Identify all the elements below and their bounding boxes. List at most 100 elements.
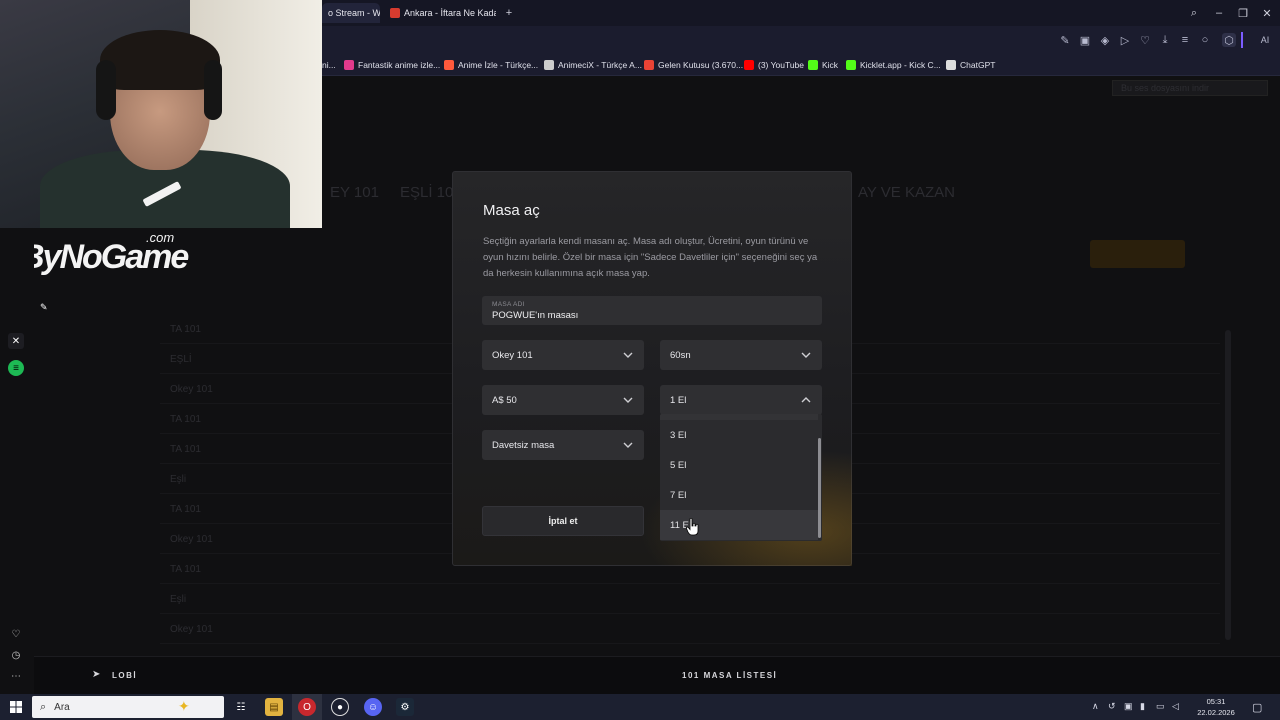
download-audio-notice[interactable]: Bu ses dosyasını indir — [1112, 80, 1268, 96]
active-app-highlight — [292, 694, 322, 720]
taskbar-search[interactable]: ⌕ Ara ✦ — [32, 696, 224, 718]
chevron-up-icon — [800, 394, 812, 406]
game-type-select[interactable]: Okey 101 — [482, 340, 644, 370]
microphone-icon[interactable]: ▮ — [1140, 701, 1145, 712]
edit-icon[interactable]: ✎ — [1058, 33, 1072, 47]
clock-date: 22.02.2026 — [1197, 708, 1235, 717]
hands-option[interactable]: 7 El — [660, 480, 818, 510]
menu-icon[interactable]: ≡ — [1178, 33, 1192, 47]
chevron-down-icon — [622, 394, 634, 406]
bg-scrollbar — [1225, 330, 1231, 640]
bookmark-item[interactable]: (3) YouTube — [744, 58, 804, 72]
bookmark-label: Fantastik anime izle... — [358, 60, 441, 70]
bg-row-text: TA 101 — [170, 504, 201, 515]
hands-select[interactable]: 1 El — [660, 385, 822, 415]
obs-icon[interactable]: ● — [331, 698, 349, 716]
download-icon[interactable]: ⤓ — [1158, 33, 1172, 47]
x-social-icon[interactable]: ✕ — [8, 333, 24, 349]
game-type-value: Okey 101 — [492, 349, 533, 361]
tab-label: Ankara - İftara Ne Kadar K — [404, 8, 496, 18]
more-icon[interactable]: ⋯ — [8, 668, 24, 684]
chevron-down-icon — [622, 349, 634, 361]
minimize-icon[interactable]: – — [1210, 4, 1228, 22]
tray-app-icon[interactable]: ▣ — [1124, 701, 1133, 712]
table-name-field[interactable]: MASA ADI POGWUE'ın masası — [482, 296, 822, 325]
site-favicon-icon — [390, 8, 400, 18]
spotify-icon[interactable]: ≡ — [8, 360, 24, 376]
hands-option[interactable]: 3 El — [660, 420, 818, 450]
play-icon[interactable]: ▷ — [1118, 33, 1132, 47]
notifications-icon[interactable]: ▢ — [1252, 701, 1262, 714]
dropdown-scrollbar[interactable] — [818, 438, 821, 538]
shield-icon[interactable]: ◈ — [1098, 33, 1112, 47]
bookmark-item[interactable]: ChatGPT — [946, 58, 995, 72]
bg-row-text: Eşli — [170, 594, 187, 605]
task-view-icon[interactable]: ☷ — [232, 698, 250, 716]
navigation-arrow-icon: ➤ — [92, 669, 101, 680]
tab-ankara-iftar[interactable]: Ankara - İftara Ne Kadar K — [384, 3, 496, 23]
ai-button[interactable]: AI — [1254, 33, 1276, 47]
tab-stream[interactable]: o Stream - Wat — [322, 3, 380, 23]
new-tab-button[interactable]: + — [500, 4, 518, 22]
pencil-icon: ✎ — [40, 302, 48, 312]
cancel-button[interactable]: İptal et — [482, 506, 644, 536]
bookmark-item[interactable]: Fantastik anime izle... — [344, 58, 440, 72]
bg-tab-label: EY 101 — [330, 184, 379, 201]
ai-label: AI — [1260, 35, 1270, 45]
discord-icon[interactable]: ☺ — [364, 698, 382, 716]
modal-title: Masa aç — [483, 202, 540, 219]
steam-icon[interactable]: ⚙ — [396, 698, 414, 716]
volume-icon[interactable]: ◁ — [1172, 701, 1179, 712]
webcam-overlay — [0, 0, 322, 228]
site-bottom-bar — [34, 656, 1280, 694]
bg-promo-label: AY VE KAZAN — [858, 184, 955, 201]
bookmark-favicon-icon — [946, 60, 956, 70]
windows-start-icon[interactable] — [7, 698, 25, 716]
hands-option[interactable]: 5 El — [660, 450, 818, 480]
bg-row-text: TA 101 — [170, 324, 201, 335]
option-label: 3 El — [670, 429, 687, 441]
camera-icon[interactable]: ▣ — [1078, 33, 1092, 47]
heart-icon[interactable]: ♡ — [1138, 33, 1152, 47]
bookmark-label: AnimeciX - Türkçe A... — [558, 60, 642, 70]
bg-row-text: Eşli — [170, 474, 187, 485]
search-tabs-icon[interactable]: ⌕ — [1185, 4, 1203, 22]
chevron-down-icon — [622, 439, 634, 451]
tray-chevron-up-icon[interactable]: ∧ — [1092, 701, 1099, 712]
bg-row-text: TA 101 — [170, 564, 201, 575]
system-clock[interactable]: 05:31 22.02.2026 — [1196, 696, 1236, 718]
profile-icon[interactable]: ○ — [1198, 33, 1212, 47]
headset-icon — [96, 60, 116, 120]
restore-icon[interactable]: ❐ — [1234, 4, 1252, 22]
lobby-label: LOBİ — [112, 671, 138, 680]
lobby-link[interactable]: LOBİ — [112, 671, 137, 680]
bookmark-item[interactable]: Kick — [808, 58, 838, 72]
headset-icon — [204, 60, 222, 120]
file-explorer-icon[interactable]: ▤ — [265, 698, 283, 716]
fee-select[interactable]: A$ 50 — [482, 385, 644, 415]
invite-value: Davetsiz masa — [492, 439, 555, 451]
extensions-icon[interactable]: ⬡ — [1222, 33, 1236, 47]
left-rail — [0, 228, 34, 694]
close-window-icon[interactable]: ✕ — [1258, 4, 1276, 22]
chevron-down-icon — [800, 349, 812, 361]
tray-app-icon[interactable]: ↺ — [1108, 701, 1116, 712]
bookmark-item[interactable]: Kicklet.app - Kick C... — [846, 58, 941, 72]
bookmark-label: (3) YouTube — [758, 60, 804, 70]
bookmark-item[interactable]: ni... — [322, 58, 336, 72]
webcam-person-hair — [100, 30, 220, 90]
hands-option-hovered[interactable]: 11 El — [660, 510, 818, 540]
bg-row-text: Okey 101 — [170, 384, 213, 395]
history-icon[interactable]: ◷ — [8, 647, 24, 663]
bookmark-item[interactable]: AnimeciX - Türkçe A... — [544, 58, 642, 72]
time-select[interactable]: 60sn — [660, 340, 822, 370]
network-icon[interactable]: ▭ — [1156, 701, 1165, 712]
table-list-link[interactable]: 101 MASA LİSTESİ — [682, 671, 777, 680]
bookmark-item[interactable]: Gelen Kutusu (3.670... — [644, 58, 743, 72]
bg-row-text: Okey 101 — [170, 534, 213, 545]
plus-icon: + — [505, 7, 513, 19]
invite-select[interactable]: Davetsiz masa — [482, 430, 644, 460]
table-name-label: MASA ADI — [492, 301, 525, 308]
bookmark-item[interactable]: Anime İzle - Türkçe... — [444, 58, 538, 72]
heart-icon[interactable]: ♡ — [8, 626, 24, 642]
